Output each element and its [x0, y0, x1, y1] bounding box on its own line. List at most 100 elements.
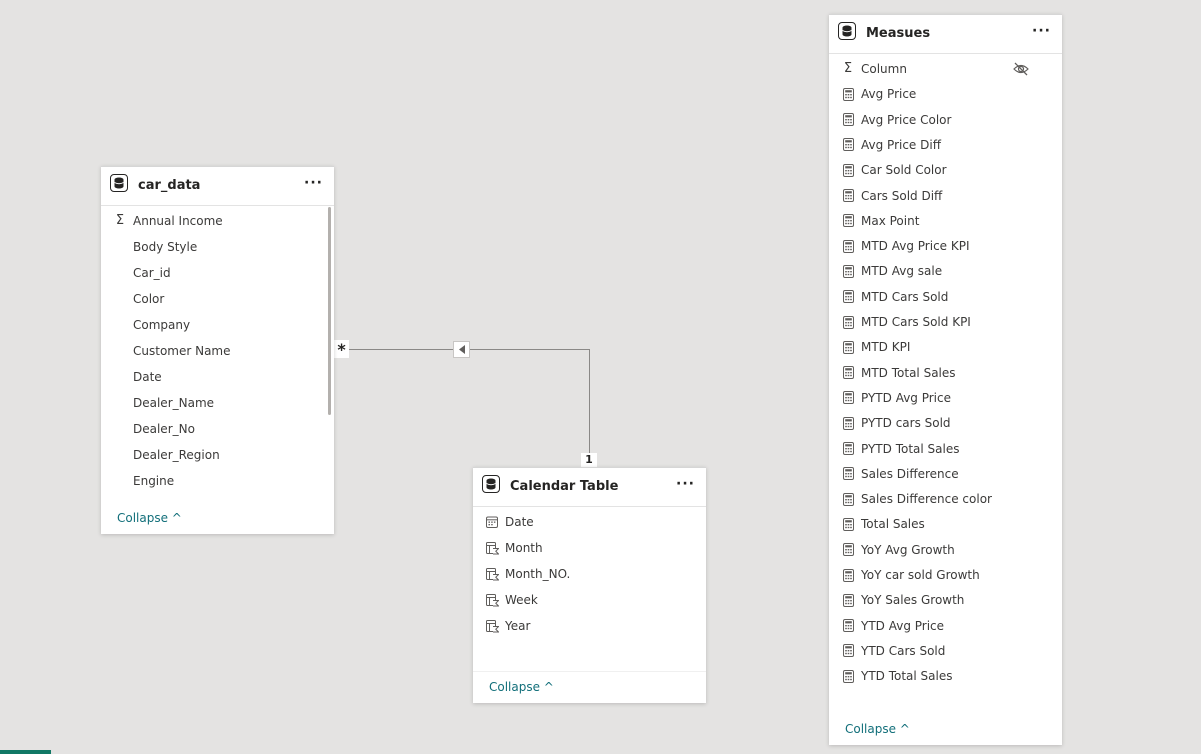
collapse-button[interactable]: Collapse ^ — [845, 722, 910, 736]
field-label: YoY Avg Growth — [861, 542, 955, 557]
field-row[interactable]: Avg Price Color — [829, 107, 1062, 133]
field-row[interactable]: YoY car sold Growth — [829, 562, 1062, 588]
field-icon — [113, 369, 127, 385]
field-icon — [113, 447, 127, 463]
field-row[interactable]: Total Sales — [829, 511, 1062, 537]
field-row[interactable]: MTD Total Sales — [829, 360, 1062, 386]
more-options-icon[interactable]: ··· — [1032, 24, 1051, 38]
field-label: Avg Price Color — [861, 112, 952, 127]
field-label: Sales Difference color — [861, 492, 992, 507]
field-row[interactable]: Cars Sold Diff — [829, 183, 1062, 209]
field-label: MTD Avg Price KPI — [861, 239, 970, 254]
field-row[interactable]: Year — [473, 613, 706, 639]
field-row[interactable]: Color — [101, 286, 334, 312]
field-row[interactable]: Car Sold Color — [829, 157, 1062, 183]
field-label: Month_NO. — [505, 567, 571, 581]
table-icon — [482, 475, 500, 493]
field-row[interactable]: Σ Annual Income — [101, 208, 334, 234]
measure-icon — [841, 441, 855, 457]
field-row[interactable]: Customer Name — [101, 338, 334, 364]
field-row[interactable]: Avg Price — [829, 81, 1062, 107]
table-title: Calendar Table — [510, 479, 619, 494]
field-icon — [113, 317, 127, 333]
field-label: Sales Difference — [861, 466, 959, 481]
field-label: Dealer_No — [133, 422, 195, 436]
field-row[interactable]: MTD KPI — [829, 334, 1062, 360]
field-row[interactable]: YTD Cars Sold — [829, 638, 1062, 664]
calculated-column-icon — [485, 540, 499, 556]
measure-icon — [841, 643, 855, 659]
field-icon — [113, 291, 127, 307]
field-label: Max Point — [861, 213, 920, 228]
table-header[interactable]: car_data ··· — [101, 167, 334, 206]
field-row[interactable]: YTD Avg Price — [829, 613, 1062, 639]
field-row[interactable]: Sales Difference — [829, 461, 1062, 487]
table-card-measures[interactable]: Measues ··· Σ Column Avg Price Avg Price Co… — [829, 14, 1062, 745]
field-row[interactable]: Avg Price Diff — [829, 132, 1062, 158]
field-row[interactable]: PYTD cars Sold — [829, 410, 1062, 436]
field-label: YTD Avg Price — [861, 618, 945, 633]
more-options-icon[interactable]: ··· — [676, 477, 695, 491]
field-row[interactable]: YTD Total Sales — [829, 663, 1062, 689]
field-label: Dealer_Name — [133, 396, 215, 410]
measure-icon — [841, 567, 855, 583]
field-row[interactable]: MTD Cars Sold — [829, 284, 1062, 310]
measure-icon — [841, 390, 855, 406]
field-row[interactable]: Date — [101, 364, 334, 390]
measure-icon — [841, 188, 855, 204]
page-tab-indicator[interactable] — [0, 750, 51, 754]
scrollbar[interactable] — [328, 207, 331, 415]
field-row[interactable]: Engine — [101, 468, 334, 494]
field-label: YoY Sales Growth — [861, 593, 965, 608]
field-label: Customer Name — [133, 344, 231, 358]
field-row[interactable]: PYTD Avg Price — [829, 385, 1062, 411]
field-list: Σ Column Avg Price Avg Price Color Avg Price… — [829, 56, 1062, 706]
field-label: Annual Income — [133, 214, 223, 228]
field-label: Body Style — [133, 240, 198, 254]
field-row[interactable]: Dealer_Region — [101, 442, 334, 468]
field-label: Engine — [133, 474, 175, 488]
field-label: MTD Total Sales — [861, 365, 956, 380]
more-options-icon[interactable]: ··· — [304, 176, 323, 190]
field-row[interactable]: Dealer_Name — [101, 390, 334, 416]
field-row[interactable]: Month_NO. — [473, 561, 706, 587]
table-header[interactable]: Measues ··· — [829, 15, 1062, 54]
calculated-column-icon — [485, 618, 499, 634]
measure-icon — [841, 238, 855, 254]
hidden-eye-icon[interactable] — [1012, 60, 1030, 78]
field-row[interactable]: YoY Sales Growth — [829, 587, 1062, 613]
field-row[interactable]: Body Style — [101, 234, 334, 260]
field-row[interactable]: MTD Avg Price KPI — [829, 233, 1062, 259]
measure-icon — [841, 365, 855, 381]
table-icon — [838, 22, 856, 40]
field-row[interactable]: Date — [473, 509, 706, 535]
field-label: MTD Avg sale — [861, 264, 943, 279]
field-row[interactable]: Company — [101, 312, 334, 338]
table-card-calendar[interactable]: Calendar Table ··· Date Month Month_NO. Wee… — [473, 467, 706, 703]
field-label: Month — [505, 541, 543, 555]
field-label: Car Sold Color — [861, 163, 947, 178]
field-row[interactable]: Sales Difference color — [829, 486, 1062, 512]
relationship-many-marker: * — [334, 340, 349, 359]
collapse-button[interactable]: Collapse ^ — [117, 511, 182, 525]
divider — [473, 671, 706, 672]
field-row[interactable]: Month — [473, 535, 706, 561]
field-row[interactable]: Week — [473, 587, 706, 613]
field-icon — [113, 239, 127, 255]
measure-icon — [841, 592, 855, 608]
field-row[interactable]: MTD Cars Sold KPI — [829, 309, 1062, 335]
field-label: Company — [133, 318, 191, 332]
table-card-car-data[interactable]: car_data ··· Σ Annual Income Body Style Car… — [101, 166, 334, 534]
collapse-button[interactable]: Collapse ^ — [489, 680, 554, 694]
relationship-line-vertical[interactable] — [589, 349, 590, 455]
filter-direction-arrow-icon[interactable] — [453, 341, 470, 358]
measure-icon — [841, 668, 855, 684]
field-row[interactable]: Max Point — [829, 208, 1062, 234]
field-row[interactable]: Dealer_No — [101, 416, 334, 442]
field-row[interactable]: PYTD Total Sales — [829, 436, 1062, 462]
field-row[interactable]: MTD Avg sale — [829, 258, 1062, 284]
field-row[interactable]: Car_id — [101, 260, 334, 286]
field-label: MTD Cars Sold — [861, 289, 949, 304]
field-row[interactable]: YoY Avg Growth — [829, 537, 1062, 563]
table-header[interactable]: Calendar Table ··· — [473, 468, 706, 507]
